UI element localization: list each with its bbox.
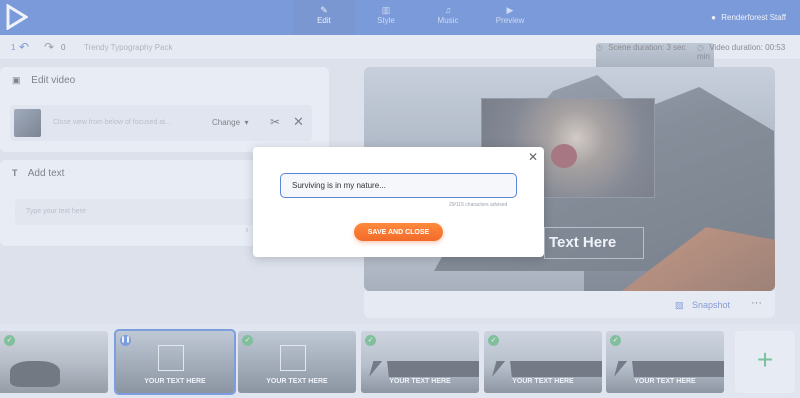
close-icon[interactable]: ✕	[528, 150, 538, 164]
modal-text-input[interactable]	[280, 173, 517, 198]
edit-text-modal: ✕ 29/115 characters advised SAVE AND CLO…	[253, 147, 544, 257]
save-and-close-button[interactable]: SAVE AND CLOSE	[354, 223, 443, 241]
character-count: 29/115 characters advised	[449, 202, 508, 208]
